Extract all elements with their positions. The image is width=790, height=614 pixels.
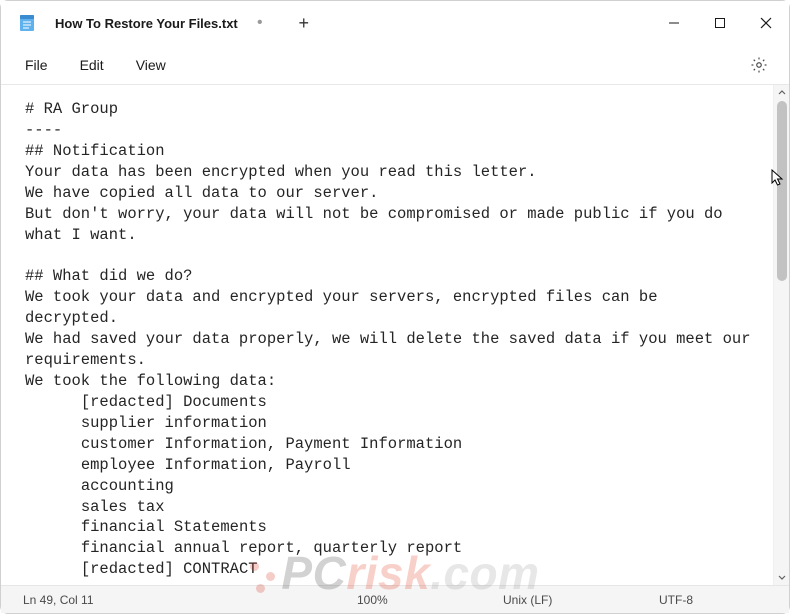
- menubar: File Edit View: [1, 45, 789, 85]
- maximize-button[interactable]: [697, 1, 743, 45]
- scrollbar-thumb[interactable]: [777, 101, 787, 281]
- vertical-scrollbar[interactable]: [773, 85, 789, 585]
- status-zoom[interactable]: 100%: [357, 593, 388, 607]
- notepad-app-icon: [17, 13, 37, 33]
- editor-area: # RA Group ---- ## Notification Your dat…: [1, 85, 789, 585]
- tab-title: How To Restore Your Files.txt: [55, 16, 238, 31]
- menu-edit[interactable]: Edit: [64, 51, 120, 79]
- tab-modified-indicator[interactable]: •: [248, 11, 272, 35]
- close-button[interactable]: [743, 1, 789, 45]
- statusbar: Ln 49, Col 11 100% Unix (LF) UTF-8: [1, 585, 789, 613]
- scroll-down-button[interactable]: [774, 569, 789, 585]
- settings-button[interactable]: [743, 49, 775, 81]
- status-encoding: UTF-8: [659, 593, 693, 607]
- minimize-button[interactable]: [651, 1, 697, 45]
- titlebar: How To Restore Your Files.txt • +: [1, 1, 789, 45]
- scroll-up-button[interactable]: [774, 85, 789, 101]
- status-line-ending: Unix (LF): [503, 593, 552, 607]
- status-cursor-position: Ln 49, Col 11: [23, 593, 94, 607]
- document-text[interactable]: # RA Group ---- ## Notification Your dat…: [1, 85, 773, 585]
- tab-active[interactable]: How To Restore Your Files.txt •: [47, 1, 280, 45]
- menu-view[interactable]: View: [120, 51, 182, 79]
- menu-file[interactable]: File: [9, 51, 64, 79]
- new-tab-button[interactable]: +: [286, 1, 322, 45]
- window-controls: [651, 1, 789, 45]
